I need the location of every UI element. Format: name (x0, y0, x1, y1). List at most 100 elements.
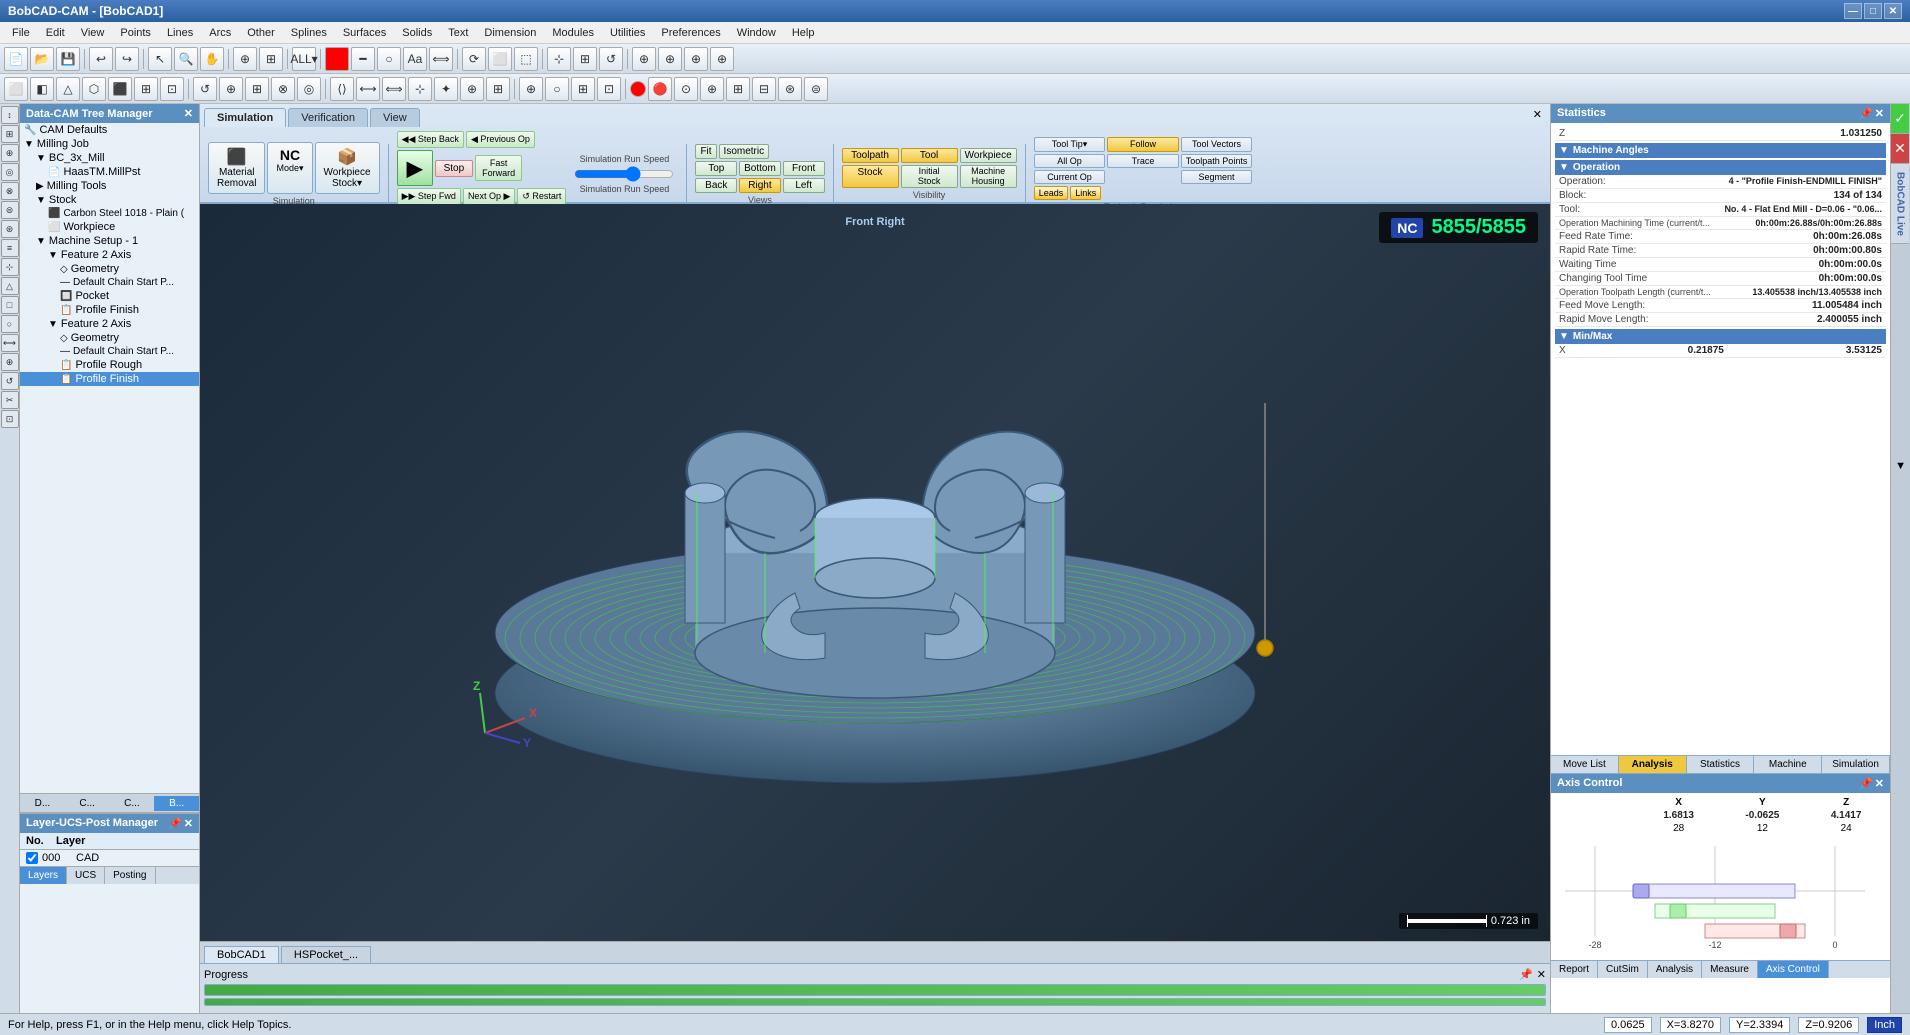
side-icon-8[interactable]: ≡ (1, 239, 19, 257)
top-button[interactable]: Top (695, 161, 737, 176)
right-icon-check[interactable]: ✓ (1891, 104, 1909, 134)
tree-tab-d[interactable]: D... (20, 796, 65, 811)
menu-help[interactable]: Help (784, 25, 823, 41)
tb2-12[interactable]: ◎ (297, 77, 321, 101)
axis-close[interactable]: ✕ (1875, 777, 1884, 790)
dim-button[interactable]: ⟺ (429, 47, 453, 71)
tb2-18[interactable]: ⊕ (460, 77, 484, 101)
tb2-14[interactable]: ⟷ (356, 77, 380, 101)
tree-tab-c[interactable]: C... (65, 796, 110, 811)
links-button[interactable]: Links (1070, 186, 1101, 200)
stop-button[interactable]: Stop (435, 160, 474, 177)
stock-vis-button[interactable]: Stock (842, 165, 899, 189)
current-op-button[interactable]: Current Op (1034, 170, 1106, 184)
minimize-button[interactable]: — (1844, 3, 1862, 19)
move-button[interactable]: ⊹ (547, 47, 571, 71)
workpiece-vis-button[interactable]: Workpiece (960, 148, 1017, 163)
stats-tab-statistics[interactable]: Statistics (1687, 756, 1755, 773)
tb2-22[interactable]: ⊞ (571, 77, 595, 101)
side-icon-15[interactable]: ↺ (1, 372, 19, 390)
run-button[interactable]: ▶ (397, 150, 433, 186)
select-button[interactable]: ↖ (148, 47, 172, 71)
refresh-button[interactable]: ↺ (599, 47, 623, 71)
tb2-4[interactable]: ⬡ (82, 77, 106, 101)
tree-feature-2axis-2[interactable]: ▼ Feature 2 Axis (20, 317, 199, 331)
side-icon-3[interactable]: ⊕ (1, 144, 19, 162)
maximize-button[interactable]: □ (1864, 3, 1882, 19)
layer-visible-checkbox[interactable] (26, 852, 38, 864)
tb2-11[interactable]: ⊗ (271, 77, 295, 101)
tree-machine-setup[interactable]: ▼ Machine Setup - 1 (20, 234, 199, 248)
menu-lines[interactable]: Lines (159, 25, 201, 41)
tb2-30[interactable]: ⊛ (778, 77, 802, 101)
side-icon-13[interactable]: ⟷ (1, 334, 19, 352)
tree-profile-finish-selected[interactable]: 📋 Profile Finish (20, 372, 199, 386)
doc-tab-hspocket[interactable]: HSPocket_... (281, 946, 371, 963)
tree-haas[interactable]: 📄 HaasTM.MillPst (20, 165, 199, 179)
scale3d-button[interactable]: ⬚ (514, 47, 538, 71)
machine-angles-section[interactable]: ▼ Machine Angles (1555, 143, 1886, 158)
leads-button[interactable]: Leads (1034, 186, 1069, 200)
tree-milling-job[interactable]: ▼ Milling Job (20, 137, 199, 151)
redo-button[interactable]: ↪ (115, 47, 139, 71)
tree-geometry-2[interactable]: ◇ Geometry (20, 331, 199, 345)
stats-tab-movelist[interactable]: Move List (1551, 756, 1619, 773)
menu-dimension[interactable]: Dimension (476, 25, 544, 41)
menu-view[interactable]: View (73, 25, 113, 41)
isometric-button[interactable]: Isometric (719, 144, 770, 159)
viewport[interactable]: X Z Y NC 5855/5855 (200, 204, 1550, 941)
operation-section[interactable]: ▼ Operation (1555, 160, 1886, 175)
side-icon-9[interactable]: ⊹ (1, 258, 19, 276)
stats-tab-simulation[interactable]: Simulation (1822, 756, 1890, 773)
sim-toolbar-close[interactable]: ✕ (1533, 108, 1546, 127)
tree-pocket[interactable]: 🔲 Pocket (20, 289, 199, 303)
fast-forward-button[interactable]: FastForward (475, 155, 522, 181)
tb2-7[interactable]: ⊡ (160, 77, 184, 101)
new-button[interactable]: 📄 (4, 47, 28, 71)
tb2-17[interactable]: ✦ (434, 77, 458, 101)
toolpath-points-button[interactable]: Toolpath Points (1181, 154, 1253, 168)
color-button[interactable] (325, 47, 349, 71)
t2-button[interactable]: ⊕ (658, 47, 682, 71)
menu-text[interactable]: Text (440, 25, 476, 41)
grid-button[interactable]: ⊞ (259, 47, 283, 71)
tb2-1[interactable]: ⬜ (4, 77, 28, 101)
tree-workpiece[interactable]: ⬜ Workpiece (20, 220, 199, 234)
tb2-6[interactable]: ⊞ (134, 77, 158, 101)
tool-vectors-button[interactable]: Tool Vectors (1181, 137, 1253, 152)
workpiece-stock-button[interactable]: 📦 WorkpieceStock▾ (315, 142, 380, 194)
fit-button[interactable]: Fit (695, 144, 716, 159)
side-icon-1[interactable]: ↕ (1, 106, 19, 124)
tree-profile-rough[interactable]: 📋 Profile Rough (20, 358, 199, 372)
front-button[interactable]: Front (783, 161, 825, 176)
layer-pin[interactable]: 📌 (168, 817, 182, 830)
stats-pin[interactable]: 📌 (1859, 107, 1873, 120)
copy-button[interactable]: ⊞ (573, 47, 597, 71)
snap-button[interactable]: ⊕ (233, 47, 257, 71)
left-button[interactable]: Left (783, 178, 825, 193)
stats-close[interactable]: ✕ (1875, 107, 1884, 120)
menu-preferences[interactable]: Preferences (653, 25, 728, 41)
tree-milling-tools[interactable]: ▶ Milling Tools (20, 179, 199, 193)
side-icon-7[interactable]: ⊛ (1, 220, 19, 238)
menu-file[interactable]: File (4, 25, 38, 41)
tb2-16[interactable]: ⊹ (408, 77, 432, 101)
side-icon-14[interactable]: ⊕ (1, 353, 19, 371)
left-tab-posting[interactable]: Posting (105, 867, 155, 884)
all-op-button[interactable]: All Op (1034, 154, 1106, 168)
tool-tip-button[interactable]: Tool Tip▾ (1034, 137, 1106, 152)
sim-tab-simulation[interactable]: Simulation (204, 108, 286, 127)
tb2-19[interactable]: ⊞ (486, 77, 510, 101)
bottom-button[interactable]: Bottom (739, 161, 781, 176)
menu-solids[interactable]: Solids (394, 25, 440, 41)
tb2-13[interactable]: ⟨⟩ (330, 77, 354, 101)
mirror-button[interactable]: ⬜ (488, 47, 512, 71)
tb2-26[interactable]: ⊙ (674, 77, 698, 101)
trace-button[interactable]: Trace (1107, 154, 1179, 168)
doc-tab-bobcad1[interactable]: BobCAD1 (204, 946, 279, 963)
speed-slider[interactable] (574, 166, 674, 182)
menu-splines[interactable]: Splines (283, 25, 335, 41)
tb2-8[interactable]: ↺ (193, 77, 217, 101)
tb2-15[interactable]: ⟺ (382, 77, 406, 101)
tb2-10[interactable]: ⊞ (245, 77, 269, 101)
